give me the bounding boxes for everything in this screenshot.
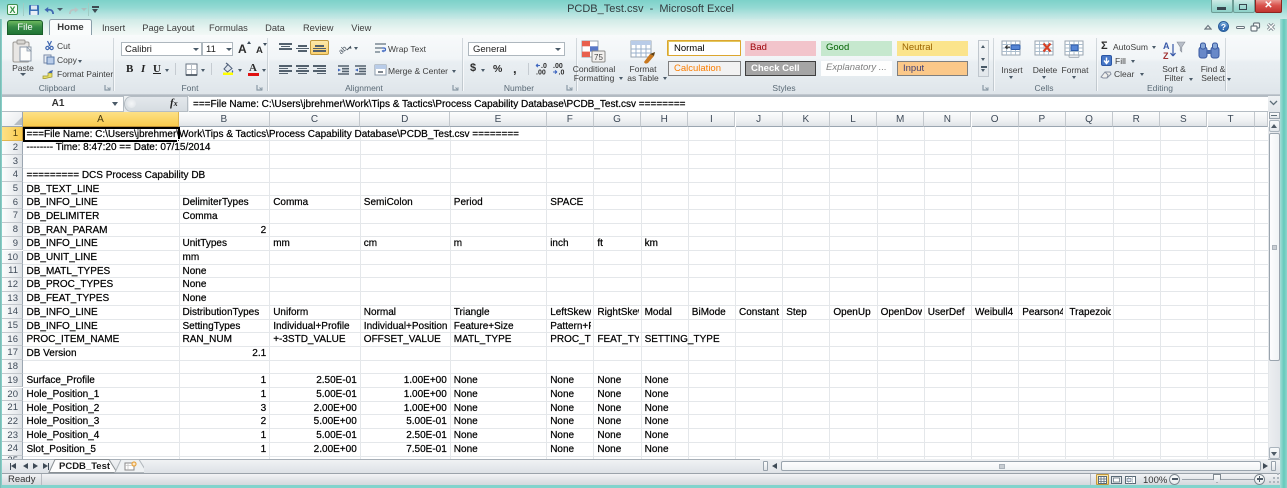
svg-text:.00: .00	[536, 70, 546, 76]
svg-text:A: A	[1163, 41, 1170, 51]
svg-text:75: 75	[594, 53, 603, 62]
svg-text:ab: ab	[337, 44, 349, 55]
svg-text:.0: .0	[559, 70, 565, 76]
svg-text:Z: Z	[1163, 51, 1169, 61]
